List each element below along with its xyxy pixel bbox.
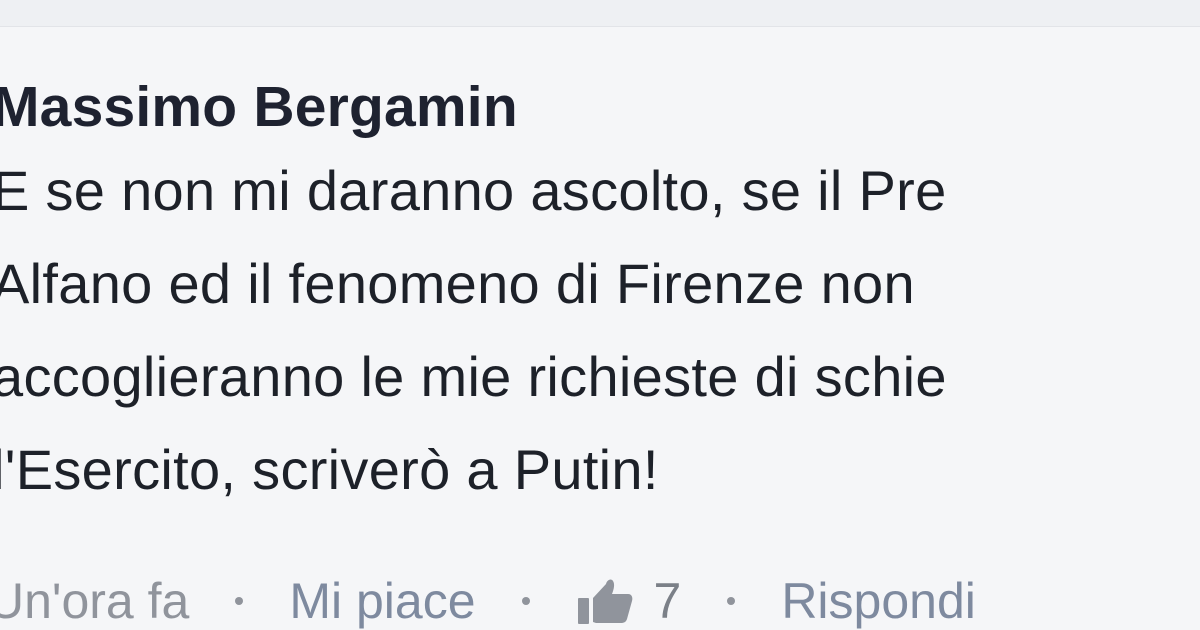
comment-body: E se non mi daranno ascolto, se il Pre A… <box>0 144 1200 516</box>
comment-line-4: l'Esercito, scriverò a Putin! <box>0 438 659 501</box>
comment-line-1: E se non mi daranno ascolto, se il Pre <box>0 159 947 222</box>
like-count: 7 <box>653 573 682 629</box>
separator-dot <box>727 597 736 605</box>
comment-line-3: accoglieranno le mie richieste di schie <box>0 345 947 408</box>
separator-dot <box>521 597 530 605</box>
comment-actions: Un'ora fa Mi piace 7 Rispondi <box>0 566 976 630</box>
comment: Massimo Bergamin E se non mi daranno asc… <box>0 72 1200 516</box>
reaction-count[interactable]: 7 <box>576 572 682 630</box>
thumbs-up-icon <box>577 579 632 624</box>
separator-dot <box>235 597 244 605</box>
comment-author[interactable]: Massimo Bergamin <box>0 72 1200 142</box>
comment-timestamp[interactable]: Un'ora fa <box>0 572 189 630</box>
like-button[interactable]: Mi piace <box>289 572 475 630</box>
reply-button[interactable]: Rispondi <box>781 572 976 630</box>
top-divider <box>0 0 1200 27</box>
comment-screenshot: Massimo Bergamin E se non mi daranno asc… <box>0 0 1200 630</box>
comment-line-2: Alfano ed il fenomeno di Firenze non <box>0 252 915 315</box>
